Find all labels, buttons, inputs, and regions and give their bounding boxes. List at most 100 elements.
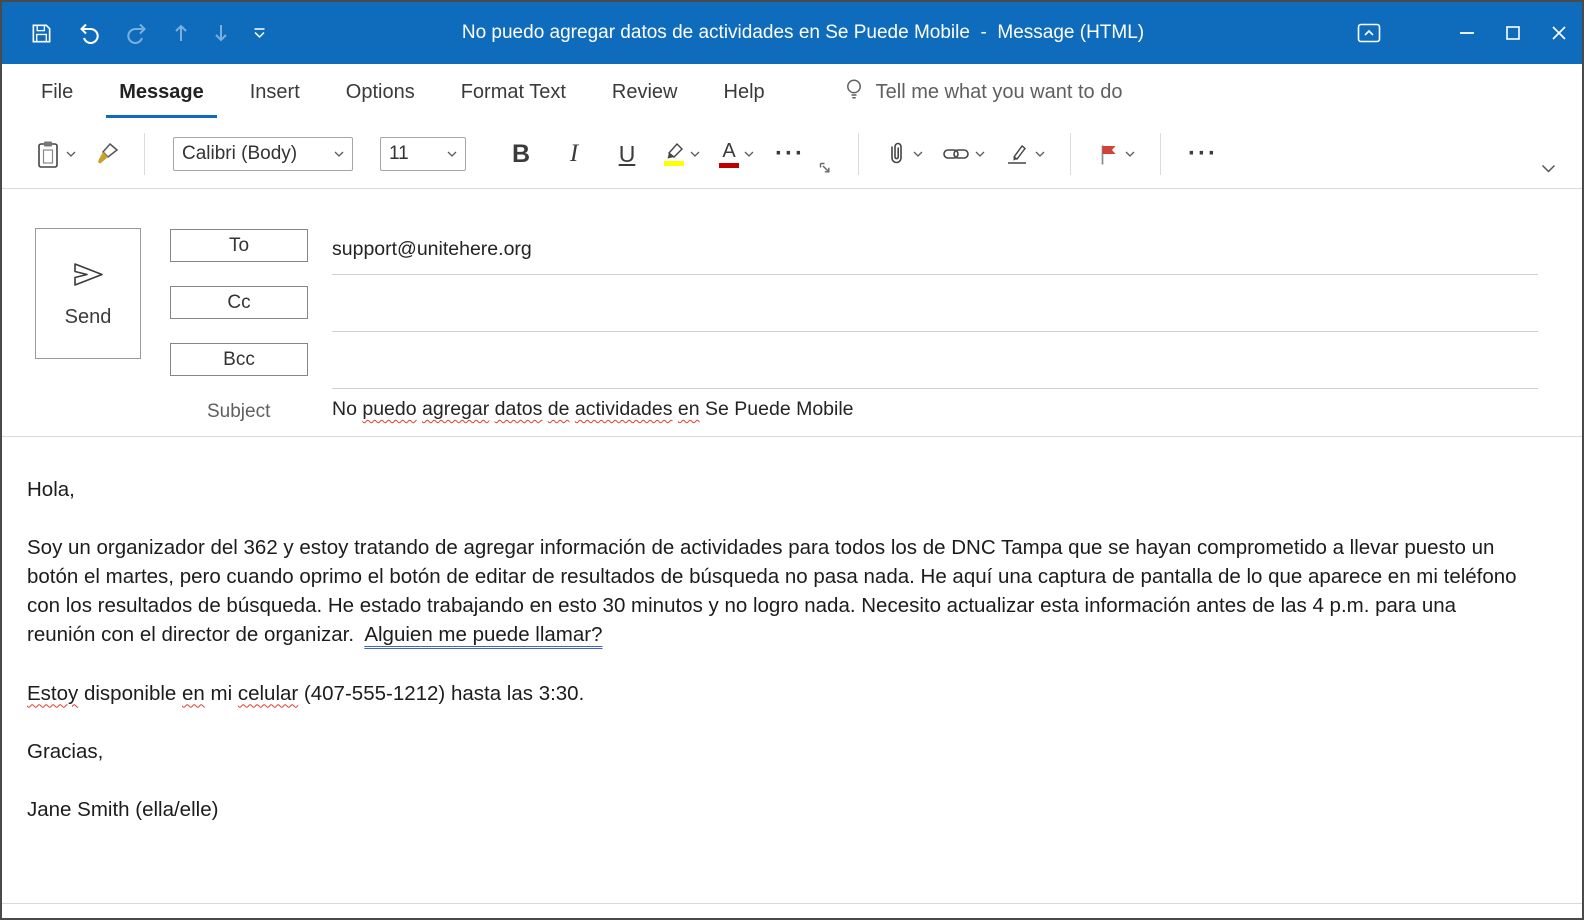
tab-message[interactable]: Message [96,64,227,120]
more-options-button[interactable]: ··· [1183,134,1223,174]
ellipsis-icon: ··· [1188,140,1218,167]
more-commands-button[interactable]: ··· [770,134,810,174]
cc-field[interactable] [332,282,1538,332]
text-run: mi [204,681,238,705]
save-icon[interactable] [30,22,53,45]
bcc-button-label: Bcc [223,348,255,370]
undo-icon[interactable] [77,22,101,44]
basic-text-dialog-launcher-icon[interactable] [819,162,832,180]
misspelled-word: en [677,398,700,420]
text-run: Gracias, [27,739,104,763]
tell-me-label: Tell me what you want to do [875,80,1123,103]
format-painter-icon [98,142,119,163]
underline-button[interactable]: U [607,134,647,174]
text-run: disponible [78,681,182,705]
paste-button[interactable] [32,137,79,172]
chevron-down-icon [913,151,923,157]
chevron-down-icon [447,151,457,157]
send-icon [74,262,103,286]
chevron-down-icon [334,151,344,157]
paperclip-icon [891,142,902,163]
send-label: Send [64,305,112,328]
misspelled-word: de [547,398,570,420]
quick-access-toolbar [2,22,266,45]
bcc-field[interactable] [332,339,1538,389]
message-header: Send To support@unitehere.org Cc Bcc Sub… [2,189,1582,437]
minimize-icon[interactable] [1444,2,1490,64]
misspelled-word: Estoy [27,681,79,705]
text-run: Jane Smith (ella/elle) [27,797,219,821]
toolbar-separator [858,133,859,175]
redo-icon[interactable] [125,22,149,44]
move-up-icon[interactable] [173,23,189,43]
customize-quick-access-icon[interactable] [253,27,266,39]
chevron-down-icon [744,151,754,157]
text-run: Se Puede Mobile [699,398,854,420]
grammar-suggestion: Alguien me puede llamar? [364,623,603,647]
bold-button[interactable]: B [501,134,541,174]
flag-icon [1101,145,1116,164]
to-value: support@unitehere.org [332,238,532,260]
body-paragraph: Jane Smith (ella/elle) [27,795,1526,824]
misspelled-word: en [182,681,205,705]
tab-file[interactable]: File [18,64,96,120]
body-paragraph: Estoy disponible en mi celular (407-555-… [27,679,1526,708]
follow-up-flag-button[interactable] [1093,139,1138,170]
text-run: No [332,398,363,420]
ribbon-display-options-icon[interactable] [1340,2,1398,64]
ribbon-toolbar: Calibri (Body) 11 B I U A ··· ··· [2,120,1582,189]
to-button[interactable]: To [170,229,308,262]
paste-icon [38,141,58,168]
subject-label: Subject [207,401,271,422]
title-bar: No puedo agregar datos de actividades en… [2,2,1582,64]
body-paragraph: Hola, [27,475,1526,504]
cc-button-label: Cc [227,291,251,313]
signature-button[interactable] [1001,138,1048,170]
link-icon [943,149,969,159]
text-highlight-button[interactable] [660,139,703,169]
italic-button[interactable]: I [554,134,594,174]
body-paragraph: Gracias, [27,737,1526,766]
tab-review[interactable]: Review [589,64,701,120]
chevron-down-icon [1035,151,1045,157]
body-paragraph: Soy un organizador del 362 y estoy trata… [27,533,1526,649]
misspelled-word: puedo [362,398,417,420]
lightbulb-icon [844,78,864,107]
subject-field[interactable]: No puedo agregar datos de actividades en… [332,398,854,421]
send-button[interactable]: Send [35,228,141,359]
insert-link-button[interactable] [939,138,988,170]
font-name-combo[interactable]: Calibri (Body) [173,137,353,171]
ribbon-tabs: File Message Insert Options Format Text Revie… [18,64,788,120]
to-field[interactable]: support@unitehere.org [332,225,1538,275]
tab-help[interactable]: Help [701,64,788,120]
tell-me-box[interactable]: Tell me what you want to do [844,78,1123,107]
misspelled-word: celular [237,681,299,705]
misspelled-word: agregar [422,398,490,420]
window-controls [1340,2,1582,64]
bottom-scroll-strip [2,903,1582,918]
ribbon-tab-row: File Message Insert Options Format Text Revie… [2,64,1582,120]
bcc-button[interactable]: Bcc [170,343,308,376]
move-down-icon[interactable] [213,23,229,43]
font-name-value: Calibri (Body) [182,143,298,164]
toolbar-separator [1070,133,1071,175]
text-highlight-icon [663,142,685,166]
format-painter-button[interactable] [92,139,122,170]
tab-format-text[interactable]: Format Text [438,64,589,120]
attach-file-button[interactable] [881,138,926,171]
chevron-down-icon [66,151,76,157]
window-title: No puedo agregar datos de actividades en… [461,22,1145,43]
outlook-message-window: No puedo agregar datos de actividades en… [0,0,1584,920]
font-size-combo[interactable]: 11 [380,137,466,171]
collapse-ribbon-icon[interactable] [1541,160,1556,178]
text-run: Hola, [27,478,75,501]
text-run: Soy un organizador del 362 y estoy trata… [27,536,1523,647]
maximize-icon[interactable] [1490,2,1536,64]
font-color-button[interactable]: A [716,138,757,171]
tab-insert[interactable]: Insert [227,64,323,120]
cc-button[interactable]: Cc [170,286,308,319]
message-body-editor[interactable]: Hola, Soy un organizador del 362 y estoy … [2,437,1582,903]
tab-options[interactable]: Options [323,64,438,120]
close-icon[interactable] [1536,2,1582,64]
chevron-down-icon [690,151,700,157]
